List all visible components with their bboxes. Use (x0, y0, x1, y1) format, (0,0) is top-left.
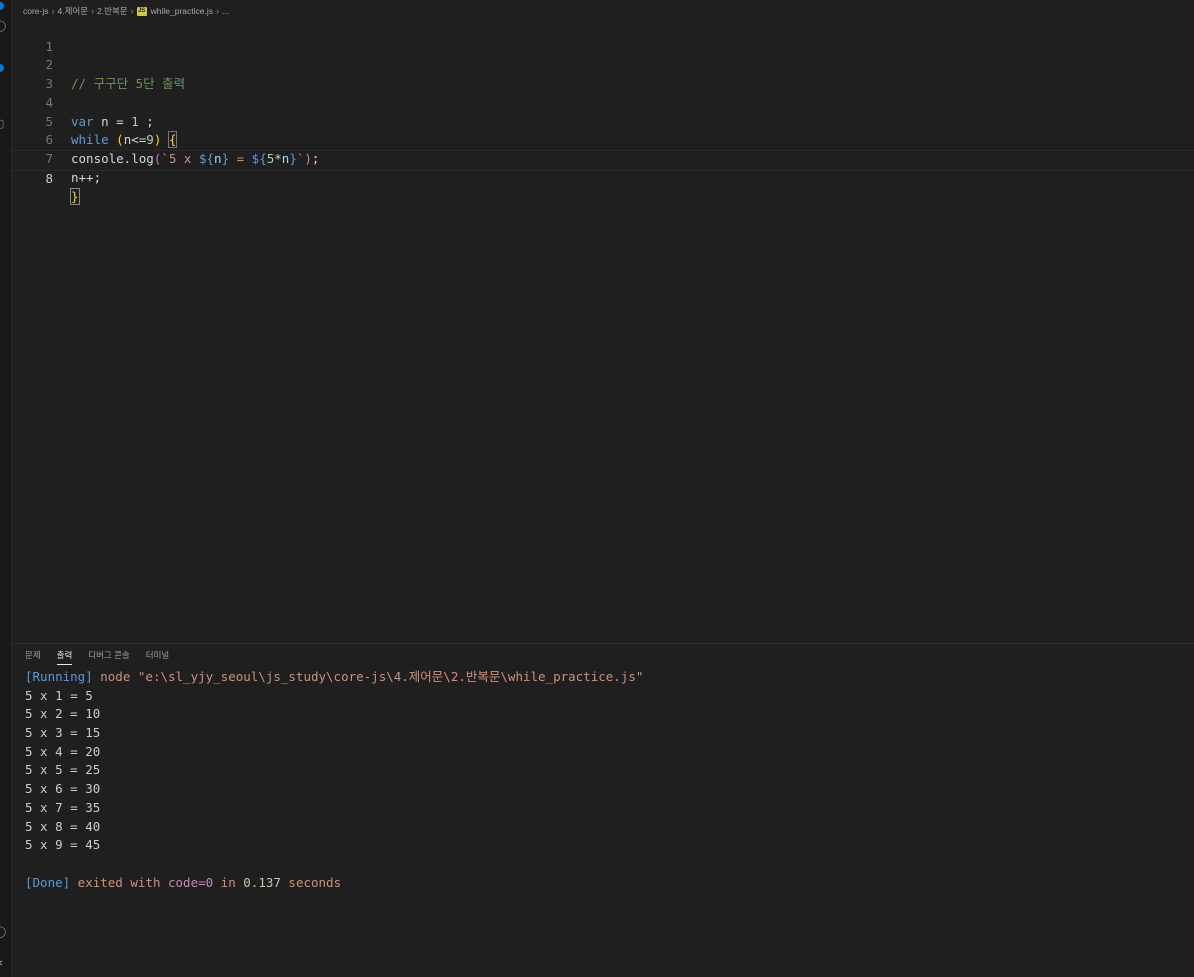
tab-output[interactable]: 출력 (56, 649, 73, 665)
done-text: exited with (70, 874, 168, 890)
done-seconds: seconds (280, 874, 342, 890)
chevron-right-icon: › (216, 6, 220, 16)
output-line: 5 x 5 = 25 (25, 762, 101, 778)
tab-problems[interactable]: 문제 (25, 649, 41, 665)
running-tag: [Running] (25, 669, 93, 684)
activity-bar: ◯ › ▢ ◯ ✲ (0, 0, 12, 977)
code-line: 2 // 구구단 5단 출력 (12, 38, 1194, 91)
matching-brace: } (70, 188, 80, 206)
gear-icon[interactable]: ✲ (0, 958, 6, 970)
output-line: 5 x 6 = 30 (25, 781, 101, 797)
code-editor[interactable]: 1 2 // 구구단 5단 출력 3 4 var n = 1 ; 5 while… (12, 19, 1194, 643)
output-line: 5 x 7 = 35 (25, 799, 101, 815)
tab-debug-console[interactable]: 디버그 콘솔 (88, 649, 129, 665)
javascript-file-icon: JS (136, 6, 147, 16)
output-log[interactable]: [Running] node "e:\sl_yjy_seoul\js_study… (25, 668, 1194, 892)
output-line: 5 x 3 = 15 (25, 725, 101, 741)
code-line: 3 (12, 56, 1194, 91)
output-line-running: [Running] node "e:\sl_yjy_seoul\js_study… (25, 668, 1194, 687)
tab-terminal[interactable]: 터미널 (146, 649, 169, 665)
breadcrumb-item[interactable]: core-js (23, 6, 49, 16)
output-line-done: [Done] exited with code=0 in 0.137 secon… (25, 874, 1194, 893)
line-number: 8 (45, 170, 53, 186)
code-text: n++; (71, 169, 102, 185)
output-panel: 문제 출력 디버그 콘솔 터미널 [Running] node "e:\sl_y… (12, 643, 1194, 977)
code-line: 4 var n = 1 ; (12, 75, 1194, 129)
search-icon[interactable]: ◯ (0, 20, 6, 32)
breadcrumb-item[interactable]: 4.제어문 (58, 5, 89, 17)
panel-tabs: 문제 출력 디버그 콘솔 터미널 (25, 649, 185, 665)
run-debug-icon[interactable]: › (0, 84, 6, 96)
source-control-badge-icon[interactable] (0, 64, 4, 72)
exit-code: code=0 (168, 874, 214, 890)
done-in: in (213, 874, 244, 890)
code-line: 7 n++; (12, 131, 1194, 185)
done-tag: [Done] (25, 874, 71, 890)
elapsed-time: 0.137 (243, 874, 281, 890)
output-line: 5 x 1 = 5 (25, 687, 93, 703)
extensions-icon[interactable]: ▢ (0, 118, 6, 130)
explorer-badge-icon[interactable] (0, 2, 4, 10)
output-line: 5 x 2 = 10 (25, 706, 101, 722)
chevron-right-icon: › (51, 6, 55, 16)
output-line: 5 x 8 = 40 (25, 818, 101, 834)
breadcrumb-file[interactable]: while_practice.js (151, 6, 213, 16)
breadcrumb-item[interactable]: 2.반복문 (97, 5, 128, 17)
chevron-right-icon: › (130, 6, 134, 16)
code-line: 1 (12, 19, 1194, 54)
output-line: 5 x 9 = 45 (25, 837, 101, 853)
code-line: 6 console.log(`5 x ${n} = ${5*n}`); (12, 113, 1194, 166)
code-line-current: 8 } (12, 149, 1194, 206)
output-blank-line (25, 855, 1194, 874)
chevron-right-icon: › (91, 6, 95, 16)
account-icon[interactable]: ◯ (0, 926, 6, 938)
output-line: 5 x 4 = 20 (25, 743, 101, 759)
breadcrumb-ellipsis[interactable]: ... (222, 6, 229, 16)
running-command: node "e:\sl_yjy_seoul\js_study\core-js\4… (92, 669, 644, 684)
code-line: 5 while (n<=9) { (12, 94, 1194, 149)
